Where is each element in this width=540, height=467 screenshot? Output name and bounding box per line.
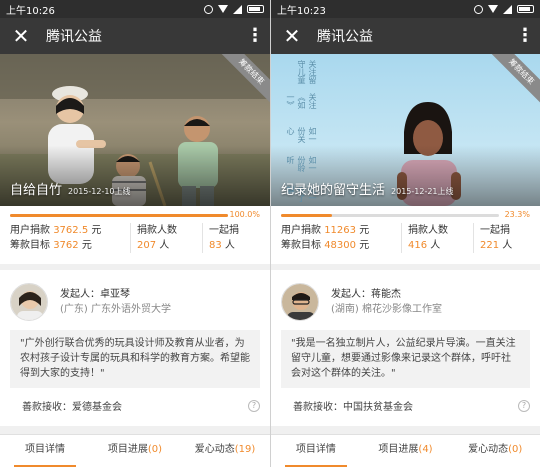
user-donation-row: 用户捐款 3762.5 元 bbox=[10, 225, 102, 236]
sponsor-org: (广东) 广东外语外贸大学 bbox=[60, 304, 171, 315]
signal-icon bbox=[503, 4, 512, 14]
launch-date: 2015-12-21上线 bbox=[391, 187, 454, 196]
tab-count: (0) bbox=[147, 444, 163, 455]
wifi-icon bbox=[488, 5, 498, 13]
screen-right: 上午10:23 ✕ 腾讯公益 ⋮ 关注留守儿童 关注《如一》 如一份关心 如一份… bbox=[270, 0, 540, 467]
sponsor-quote: "广外创行联合优秀的玩具设计师及教育从业者，为农村孩子设计专属的玩具和科学的教育… bbox=[10, 330, 260, 388]
project-tabs: 项目详情 项目进展(4) 爱心动态(0) bbox=[271, 434, 540, 467]
goal-value: 3762 bbox=[53, 240, 79, 251]
screen-left: 上午10:26 ✕ 腾讯公益 ⋮ 筹款结束 自给自竹 2015-12-10上线 … bbox=[0, 0, 270, 467]
status-bar: 上午10:26 bbox=[0, 0, 270, 18]
progress-percent: 100.0% bbox=[229, 210, 260, 219]
user-donation-row: 用户捐款 11263 元 bbox=[281, 225, 370, 236]
tab-project-progress[interactable]: 项目进展(0) bbox=[90, 435, 180, 467]
donation-receiver: 善款接收：爱德基金会 bbox=[22, 402, 122, 413]
tab-count: (0) bbox=[508, 444, 523, 455]
tab-count: (19) bbox=[234, 444, 256, 455]
progress-fill bbox=[10, 214, 228, 217]
user-donation-value: 3762.5 bbox=[53, 225, 89, 236]
together-count: 221 人 bbox=[480, 240, 513, 251]
progress-track bbox=[281, 214, 499, 217]
more-menu-icon[interactable]: ⋮ bbox=[516, 27, 534, 45]
alarm-icon bbox=[204, 4, 213, 14]
avatar[interactable] bbox=[10, 283, 48, 321]
tab-count: (4) bbox=[418, 444, 433, 455]
status-time: 上午10:26 bbox=[6, 5, 55, 17]
tab-love-activity[interactable]: 爱心动态(0) bbox=[450, 435, 540, 467]
progress-track bbox=[10, 214, 228, 217]
tab-project-progress[interactable]: 项目进展(4) bbox=[361, 435, 451, 467]
wifi-icon bbox=[218, 5, 228, 13]
sponsor-quote: "我是一名独立制片人，公益纪录片导演。一直关注留守儿童，想要通过影像来记录这个群… bbox=[281, 330, 530, 388]
tab-project-details[interactable]: 项目详情 bbox=[0, 435, 90, 467]
sponsor-name: 发起人：卓亚琴 bbox=[60, 289, 130, 300]
battery-icon bbox=[517, 5, 534, 13]
close-icon[interactable]: ✕ bbox=[10, 26, 32, 46]
close-icon[interactable]: ✕ bbox=[281, 26, 303, 46]
help-icon[interactable]: ? bbox=[248, 399, 260, 412]
donors-count: 207 人 bbox=[137, 240, 170, 251]
alarm-icon bbox=[474, 4, 483, 14]
project-title: 自给自竹 bbox=[10, 183, 63, 198]
status-bar: 上午10:23 bbox=[271, 0, 540, 18]
page-title: 腾讯公益 bbox=[317, 29, 373, 45]
help-icon[interactable]: ? bbox=[518, 399, 530, 412]
fundraising-stats: 100.0% 用户捐款 3762.5 元 筹款目标 3762 元 捐款人数 20… bbox=[0, 206, 270, 264]
progress-percent: 23.3% bbox=[504, 210, 530, 219]
sponsor-org: (湖南) 棉花沙影像工作室 bbox=[331, 304, 442, 315]
project-hero-image[interactable]: 关注留守儿童 关注《如一》 如一份关心 如一份聆听 如一份了解 筹款结束 纪录她… bbox=[271, 54, 540, 206]
page-title: 腾讯公益 bbox=[46, 29, 102, 45]
user-donation-value: 11263 bbox=[324, 225, 356, 236]
project-hero-image[interactable]: 筹款结束 自给自竹 2015-12-10上线 bbox=[0, 54, 270, 206]
battery-icon bbox=[247, 5, 264, 13]
tab-project-details[interactable]: 项目详情 bbox=[271, 435, 361, 467]
more-menu-icon[interactable]: ⋮ bbox=[246, 27, 264, 45]
sponsor-card: 发起人：卓亚琴 (广东) 广东外语外贸大学 "广外创行联合优秀的玩具设计师及教育… bbox=[0, 270, 270, 426]
donors-label: 捐款人数 bbox=[408, 225, 448, 236]
together-label: 一起捐 bbox=[480, 225, 510, 236]
launch-date: 2015-12-10上线 bbox=[68, 187, 131, 196]
sponsor-name: 发起人：蒋能杰 bbox=[331, 289, 401, 300]
together-count: 83 人 bbox=[209, 240, 235, 251]
title-bar: ✕ 腾讯公益 ⋮ bbox=[271, 18, 540, 54]
goal-row: 筹款目标 48300 元 bbox=[281, 240, 370, 251]
tab-love-activity[interactable]: 爱心动态(19) bbox=[180, 435, 270, 467]
goal-value: 48300 bbox=[324, 240, 356, 251]
donors-label: 捐款人数 bbox=[137, 225, 177, 236]
donors-count: 416 人 bbox=[408, 240, 441, 251]
signal-icon bbox=[233, 4, 242, 14]
title-bar: ✕ 腾讯公益 ⋮ bbox=[0, 18, 270, 54]
together-label: 一起捐 bbox=[209, 225, 239, 236]
fundraising-stats: 23.3% 用户捐款 11263 元 筹款目标 48300 元 捐款人数 416… bbox=[271, 206, 540, 264]
status-time: 上午10:23 bbox=[277, 5, 326, 17]
sponsor-card: 发起人：蒋能杰 (湖南) 棉花沙影像工作室 "我是一名独立制片人，公益纪录片导演… bbox=[271, 270, 540, 426]
goal-row: 筹款目标 3762 元 bbox=[10, 240, 92, 251]
project-title: 纪录她的留守生活 bbox=[281, 183, 386, 198]
progress-fill bbox=[281, 214, 332, 217]
donation-receiver: 善款接收：中国扶贫基金会 bbox=[293, 402, 413, 413]
project-tabs: 项目详情 项目进展(0) 爱心动态(19) bbox=[0, 434, 270, 467]
avatar[interactable] bbox=[281, 283, 319, 321]
